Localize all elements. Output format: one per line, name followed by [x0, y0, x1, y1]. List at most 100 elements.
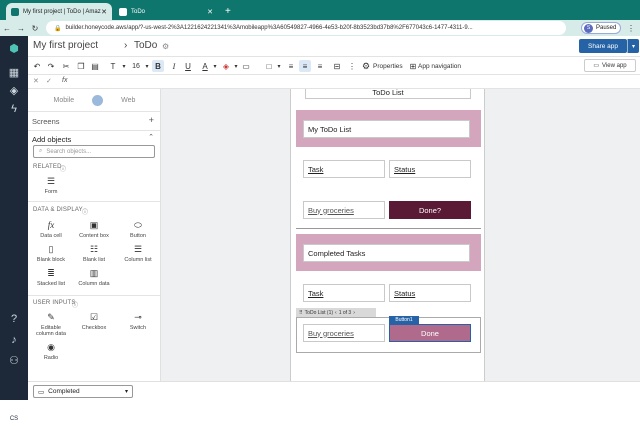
next-icon[interactable]: › — [353, 310, 355, 316]
share-dropdown-chevron-icon[interactable]: ▾ — [627, 39, 639, 53]
screen-title-box[interactable]: ToDo List — [305, 89, 471, 99]
column-header-task[interactable]: Task — [303, 284, 385, 302]
object-blank-block[interactable]: ▯ Blank block — [32, 243, 70, 263]
automations-bolt-icon[interactable]: ϟ — [7, 102, 21, 116]
share-app-button[interactable]: Share app — [579, 39, 627, 53]
browser-tab-active[interactable]: My first project | ToDo | Amaz ✕ — [6, 3, 112, 20]
column-header-task[interactable]: Task — [303, 160, 385, 178]
info-icon[interactable]: ⓘ — [82, 207, 88, 216]
back-icon[interactable]: ← — [0, 24, 14, 33]
button-selection-tag[interactable]: Button1 — [389, 316, 419, 324]
done-button[interactable]: Done — [389, 324, 471, 342]
vertical-align-icon[interactable]: ⊟ — [332, 60, 342, 72]
italic-button[interactable]: I — [169, 60, 179, 72]
object-switch[interactable]: ⊸ Switch — [119, 311, 157, 331]
object-content-box[interactable]: ▣ Content box — [75, 219, 113, 239]
help-icon[interactable]: ? — [7, 312, 21, 326]
objects-panel: Mobile Web Screens + Add objects ⌃ ⌕ Sea… — [28, 89, 161, 381]
font-style-button[interactable]: T — [108, 60, 118, 72]
reload-icon[interactable]: ↻ — [28, 24, 42, 33]
prev-icon[interactable]: ‹ — [335, 310, 337, 316]
web-option[interactable]: Web — [121, 97, 135, 104]
task-cell[interactable]: Buy groceries — [303, 324, 385, 342]
drag-handle-icon[interactable]: ⠿ — [299, 310, 303, 316]
object-form[interactable]: ☰ Form — [32, 175, 70, 195]
column-header-status[interactable]: Status — [389, 160, 471, 178]
object-blank-list[interactable]: ☷ Blank list — [75, 243, 113, 263]
app-settings-icon[interactable]: ⚙ — [162, 42, 169, 51]
properties-gear-icon[interactable]: ⚙ — [361, 60, 371, 72]
done-question-button[interactable]: Done? — [389, 201, 471, 219]
border-icon[interactable]: ▭ — [241, 60, 251, 72]
browser-menu-icon[interactable]: ⋮ — [624, 24, 638, 33]
confirm-check-icon[interactable]: ✓ — [46, 77, 52, 85]
mobile-option[interactable]: Mobile — [54, 97, 75, 104]
notifications-bell-icon[interactable]: ♪ — [7, 333, 21, 347]
app-navigation-button[interactable]: App navigation — [418, 60, 461, 72]
honeycode-logo-icon[interactable]: ⬢ — [7, 42, 21, 56]
search-placeholder: Search objects... — [46, 148, 92, 155]
object-stacked-list[interactable]: ≣ Stacked list — [32, 267, 70, 287]
pager-text: 1 of 3 — [338, 309, 352, 316]
font-size-select[interactable]: 16 — [131, 60, 141, 72]
copy-icon[interactable]: ❐ — [76, 60, 86, 72]
fill-color-icon[interactable]: ◈ — [221, 60, 231, 72]
add-screen-icon[interactable]: + — [149, 115, 154, 125]
screen-name: Completed — [48, 388, 80, 395]
breadcrumb-project[interactable]: My first project — [33, 40, 98, 51]
view-app-button[interactable]: ▭ View app — [584, 59, 636, 72]
bold-button[interactable]: B — [152, 60, 164, 72]
column-header-status[interactable]: Status — [389, 284, 471, 302]
paste-icon[interactable]: ▤ — [90, 60, 100, 72]
data-display-category: DATA & DISPLAY — [33, 207, 83, 213]
task-cell[interactable]: Buy groceries — [303, 201, 385, 219]
new-tab-button[interactable]: + — [220, 3, 234, 20]
search-objects-input[interactable]: ⌕ Search objects... — [33, 145, 155, 158]
redo-icon[interactable]: ↷ — [46, 60, 56, 72]
properties-button[interactable]: Properties — [373, 60, 403, 72]
browser-tab[interactable]: ToDo ✕ — [114, 3, 218, 20]
profile-button[interactable]: S Paused — [581, 22, 622, 34]
object-checkbox[interactable]: ☑ Checkbox — [75, 311, 113, 331]
builder-layers-icon[interactable]: ◈ — [7, 84, 21, 98]
close-tab-icon[interactable]: ✕ — [207, 8, 213, 16]
cut-icon[interactable]: ✂ — [61, 60, 71, 72]
align-right-icon[interactable]: ≡ — [315, 60, 325, 72]
team-icon[interactable]: ⚇ — [7, 354, 21, 368]
object-column-data[interactable]: ▥ Column data — [75, 267, 113, 287]
list-selection-bar[interactable]: ⠿ ToDo List (1) ‹ 1 of 3 › — [296, 308, 376, 317]
user-avatar[interactable]: CS — [6, 411, 22, 427]
list-name: ToDo List (1) — [304, 309, 334, 316]
list-title-cell[interactable]: My ToDo List — [303, 120, 470, 138]
object-button[interactable]: ⬭ Button — [119, 219, 157, 239]
screens-header[interactable]: Screens — [32, 117, 60, 126]
collapse-chevron-icon[interactable]: ⌃ — [148, 133, 154, 141]
text-color-button[interactable]: A — [200, 60, 210, 72]
screen-icon: ▭ — [38, 388, 45, 396]
border-style-icon[interactable]: □ — [264, 60, 274, 72]
forward-icon[interactable]: → — [14, 24, 28, 33]
completed-title-cell[interactable]: Completed Tasks — [303, 244, 470, 262]
object-editable-column-data[interactable]: ✎ Editable column data — [32, 311, 70, 337]
info-icon[interactable]: ⓘ — [72, 300, 78, 309]
address-bar[interactable]: 🔒 builder.honeycode.aws/app/?-us-west-2%… — [46, 21, 566, 35]
more-icon[interactable]: ⋮ — [347, 60, 357, 72]
screen-select[interactable]: ▭ Completed ▾ — [33, 385, 133, 398]
object-label: Column data — [78, 281, 110, 287]
mobile-screen-preview[interactable]: ToDo List My ToDo List Task Status Buy g… — [290, 89, 485, 381]
object-data-cell[interactable]: fx Data cell — [32, 219, 70, 239]
device-switch[interactable] — [92, 94, 104, 106]
tables-icon[interactable]: ▦ — [7, 66, 21, 80]
object-column-list[interactable]: ☰ Column list — [119, 243, 157, 263]
object-radio[interactable]: ◉ Radio — [32, 341, 70, 361]
underline-button[interactable]: U — [183, 60, 193, 72]
close-tab-icon[interactable]: ✕ — [101, 8, 107, 16]
object-label: Content box — [79, 233, 109, 239]
undo-icon[interactable]: ↶ — [32, 60, 42, 72]
cancel-icon[interactable]: ✕ — [33, 77, 39, 85]
align-center-icon[interactable]: ≡ — [299, 60, 311, 72]
app-navigation-icon[interactable]: ⊞ — [408, 60, 418, 72]
align-left-icon[interactable]: ≡ — [286, 60, 296, 72]
breadcrumb-app[interactable]: ToDo — [134, 40, 157, 51]
info-icon[interactable]: ⓘ — [60, 164, 66, 173]
